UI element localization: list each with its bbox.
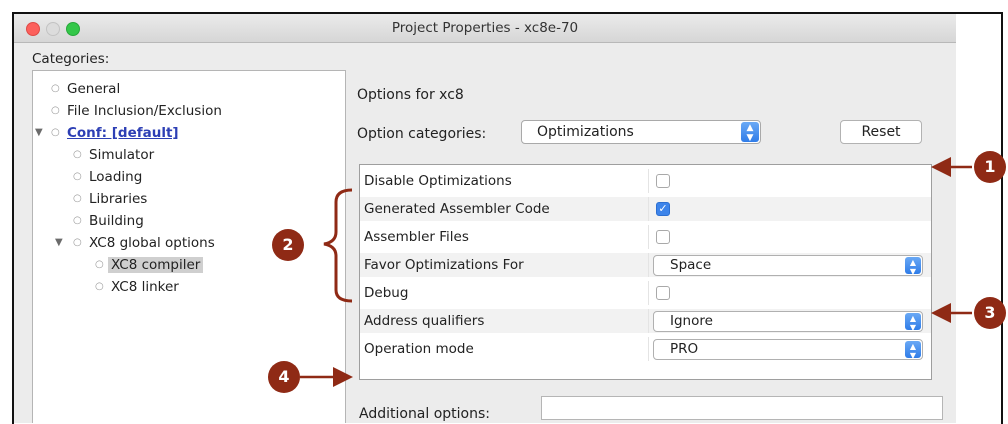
callout-badge-3: 3 — [974, 297, 1006, 329]
callout-badge-2: 2 — [272, 229, 304, 261]
callout-badge-1: 1 — [974, 151, 1006, 183]
callout-2-brace — [323, 188, 353, 303]
annotation-arrows — [300, 157, 972, 387]
callout-badge-4: 4 — [268, 361, 300, 393]
